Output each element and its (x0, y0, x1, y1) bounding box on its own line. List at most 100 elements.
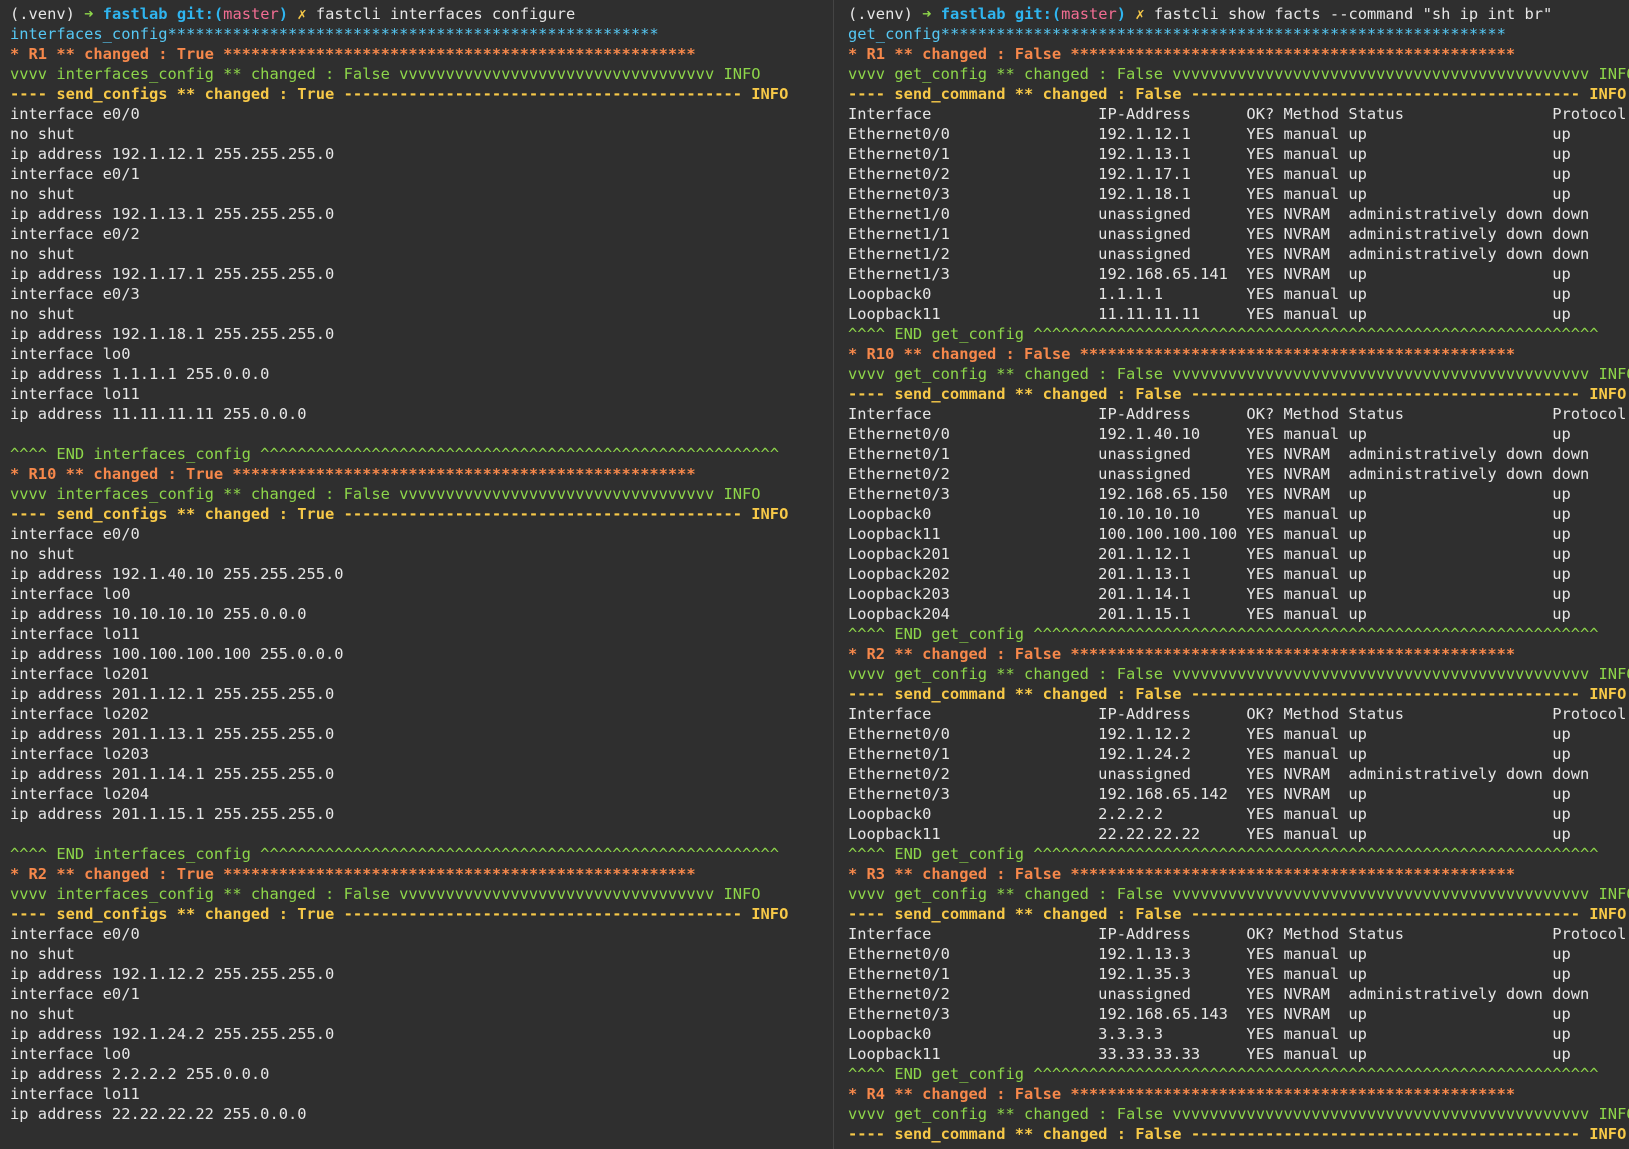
terminal-line: ^^^^ END get_config ^^^^^^^^^^^^^^^^^^^^… (848, 844, 1629, 864)
terminal-line: Ethernet0/3 192.1.18.1 YES manual up up (848, 184, 1629, 204)
terminal-text: Interface IP-Address OK? Method Status P… (848, 705, 1627, 723)
terminal-text: vvvv interfaces_config ** changed : Fals… (10, 885, 761, 903)
terminal-line: interface lo204 (10, 784, 833, 804)
terminal-line: Ethernet0/0 192.1.40.10 YES manual up up (848, 424, 1629, 444)
terminal-text: fastlab (102, 5, 177, 23)
terminal-text: no shut (10, 545, 75, 563)
terminal-line: Loopback0 1.1.1.1 YES manual up up (848, 284, 1629, 304)
terminal-text: Ethernet0/2 192.1.17.1 YES manual up up (848, 165, 1571, 183)
terminal-line: interface lo11 (10, 384, 833, 404)
terminal-line: vvvv get_config ** changed : False vvvvv… (848, 664, 1629, 684)
terminal-text: interface lo0 (10, 345, 131, 363)
terminal-line: no shut (10, 1004, 833, 1024)
terminal-text: Ethernet0/0 192.1.12.1 YES manual up up (848, 125, 1571, 143)
terminal-line: interface e0/0 (10, 104, 833, 124)
terminal-text: Ethernet1/1 unassigned YES NVRAM adminis… (848, 225, 1590, 243)
terminal-line: vvvv get_config ** changed : False vvvvv… (848, 64, 1629, 84)
terminal-text: ) (278, 5, 289, 23)
terminal-line: (.venv) ➜ fastlab git:(master) ✗ fastcli… (10, 4, 833, 24)
terminal-line: Ethernet0/2 192.1.17.1 YES manual up up (848, 164, 1629, 184)
terminal-pane-left[interactable]: (.venv) ➜ fastlab git:(master) ✗ fastcli… (0, 0, 834, 1149)
terminal-text: interface lo0 (10, 585, 131, 603)
terminal-line: * R4 ** changed : False ****************… (848, 1084, 1629, 1104)
terminal-text: Ethernet0/0 192.1.40.10 YES manual up up (848, 425, 1571, 443)
terminal-text: master (223, 5, 279, 23)
terminal-text: fastcli interfaces configure (315, 5, 576, 23)
terminal-line: Ethernet0/2 unassigned YES NVRAM adminis… (848, 984, 1629, 1004)
terminal-text: ip address 192.1.24.2 255.255.255.0 (10, 1025, 335, 1043)
terminal-text: interface e0/3 (10, 285, 140, 303)
terminal-line: ip address 192.1.12.1 255.255.255.0 (10, 144, 833, 164)
terminal-text: Ethernet0/0 192.1.12.2 YES manual up up (848, 725, 1571, 743)
terminal-text: vvvv get_config ** changed : False vvvvv… (848, 885, 1629, 903)
terminal-line: interface lo11 (10, 624, 833, 644)
terminal-line: Loopback11 33.33.33.33 YES manual up up (848, 1044, 1629, 1064)
terminal-text: Ethernet1/3 192.168.65.141 YES NVRAM up … (848, 265, 1571, 283)
terminal-line: Loopback11 11.11.11.11 YES manual up up (848, 304, 1629, 324)
terminal-line: Interface IP-Address OK? Method Status P… (848, 404, 1629, 424)
terminal-text: Ethernet1/0 unassigned YES NVRAM adminis… (848, 205, 1590, 223)
terminal-line: ---- send_command ** changed : False ---… (848, 384, 1629, 404)
terminal-text: no shut (10, 245, 75, 263)
terminal-text: ip address 192.1.17.1 255.255.255.0 (10, 265, 335, 283)
terminal-text: interface lo204 (10, 785, 149, 803)
terminal-line: ---- send_command ** changed : False ---… (848, 84, 1629, 104)
terminal-line: ip address 192.1.17.1 255.255.255.0 (10, 264, 833, 284)
terminal-line: Loopback11 22.22.22.22 YES manual up up (848, 824, 1629, 844)
terminal-text: ---- send_configs ** changed : True ----… (10, 905, 789, 923)
terminal-line: Loopback204 201.1.15.1 YES manual up up (848, 604, 1629, 624)
terminal-line: ip address 201.1.13.1 255.255.255.0 (10, 724, 833, 744)
terminal-line: ---- send_command ** changed : False ---… (848, 904, 1629, 924)
terminal-text: interface e0/1 (10, 985, 140, 1003)
terminal-line: vvvv interfaces_config ** changed : Fals… (10, 64, 833, 84)
terminal-text: Loopback0 3.3.3.3 YES manual up up (848, 1025, 1571, 1043)
terminal-text: no shut (10, 1005, 75, 1023)
terminal-text: ^^^^ END get_config ^^^^^^^^^^^^^^^^^^^^… (848, 1065, 1599, 1083)
terminal-line: vvvv get_config ** changed : False vvvvv… (848, 364, 1629, 384)
terminal-line: ip address 1.1.1.1 255.0.0.0 (10, 364, 833, 384)
terminal-text: ^^^^ END interfaces_config ^^^^^^^^^^^^^… (10, 845, 780, 863)
terminal-line: ip address 192.1.24.2 255.255.255.0 (10, 1024, 833, 1044)
terminal-line: no shut (10, 544, 833, 564)
terminal-line: no shut (10, 124, 833, 144)
terminal-text: * R10 ** changed : False ***************… (848, 345, 1516, 363)
terminal-line: Loopback202 201.1.13.1 YES manual up up (848, 564, 1629, 584)
terminal-text: interfaces_config (10, 25, 168, 43)
terminal-text: Ethernet0/2 unassigned YES NVRAM adminis… (848, 465, 1590, 483)
terminal-pane-right[interactable]: (.venv) ➜ fastlab git:(master) ✗ fastcli… (834, 0, 1629, 1149)
terminal-text: Interface IP-Address OK? Method Status P… (848, 925, 1627, 943)
terminal-text: fastlab (940, 5, 1015, 23)
terminal-text: Loopback0 10.10.10.10 YES manual up up (848, 505, 1571, 523)
terminal-line: interfaces_config***********************… (10, 24, 833, 44)
terminal-text: ✗ (288, 5, 316, 23)
terminal-text: Loopback203 201.1.14.1 YES manual up up (848, 585, 1571, 603)
terminal-line: * R10 ** changed : True ****************… (10, 464, 833, 484)
terminal-line: Loopback0 3.3.3.3 YES manual up up (848, 1024, 1629, 1044)
terminal-text: Loopback0 1.1.1.1 YES manual up up (848, 285, 1571, 303)
terminal-line: * R1 ** changed : False ****************… (848, 44, 1629, 64)
terminal-line: interface lo11 (10, 1084, 833, 1104)
terminal-text: no shut (10, 305, 75, 323)
terminal-text: Loopback0 2.2.2.2 YES manual up up (848, 805, 1571, 823)
terminal-line: ip address 22.22.22.22 255.0.0.0 (10, 1104, 833, 1124)
terminal-text: ---- send_configs ** changed : True ----… (10, 505, 789, 523)
terminal-text: interface lo11 (10, 625, 140, 643)
terminal-text: master (1061, 5, 1117, 23)
terminal-text: fastcli show facts --command "sh ip int … (1153, 5, 1553, 23)
terminal-text: Loopback204 201.1.15.1 YES manual up up (848, 605, 1571, 623)
terminal-line: interface lo202 (10, 704, 833, 724)
terminal-line: ip address 192.1.18.1 255.255.255.0 (10, 324, 833, 344)
terminal-line: ---- send_configs ** changed : True ----… (10, 84, 833, 104)
terminal-line: interface e0/3 (10, 284, 833, 304)
terminal-line: interface e0/1 (10, 164, 833, 184)
terminal-text: ip address 2.2.2.2 255.0.0.0 (10, 1065, 270, 1083)
terminal-text: Ethernet1/2 unassigned YES NVRAM adminis… (848, 245, 1590, 263)
terminal-line: no shut (10, 304, 833, 324)
terminal-line: * R2 ** changed : False ****************… (848, 644, 1629, 664)
terminal-line: Ethernet1/1 unassigned YES NVRAM adminis… (848, 224, 1629, 244)
terminal-line: Ethernet0/1 192.1.24.2 YES manual up up (848, 744, 1629, 764)
terminal-text: ****************************************… (940, 25, 1506, 43)
terminal-text: * R1 ** changed : True *****************… (10, 45, 696, 63)
terminal-line: Ethernet1/2 unassigned YES NVRAM adminis… (848, 244, 1629, 264)
